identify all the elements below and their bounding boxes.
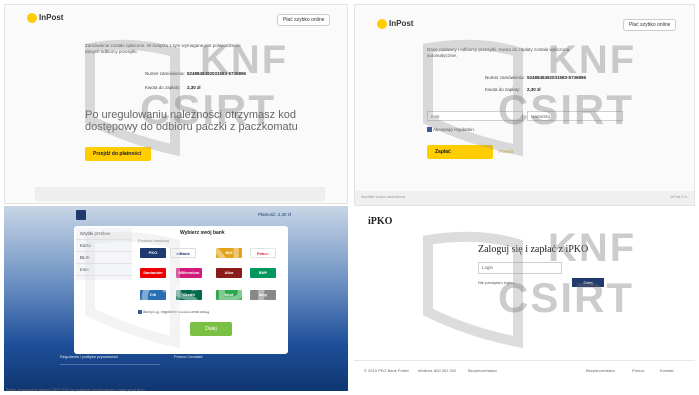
bank-bnp[interactable]: BNP [250, 268, 276, 278]
amount-label: Kwota do zapłaty: [485, 87, 521, 92]
back-link[interactable]: Powrót [499, 149, 513, 154]
inpost-logo: InPost [27, 13, 63, 23]
pay-online-button[interactable]: Płać szybko online [277, 14, 331, 26]
footer-right-security[interactable]: Bezpieczeństwo [586, 368, 615, 373]
last-name-input[interactable]: Nazwisko [527, 111, 623, 121]
checkbox-icon[interactable] [427, 127, 432, 133]
bank-pekao[interactable]: Pekao [250, 248, 276, 258]
footer-left-text: Wszelkie prawa zastrzeżone [361, 195, 406, 199]
bank-nest[interactable]: Nest [216, 290, 242, 300]
bank-citi[interactable]: Citi [140, 290, 166, 300]
brand-name: InPost [389, 19, 414, 29]
go-to-payment-button[interactable]: Przejdź do płatności [85, 147, 151, 161]
intro-text: Zamówienie zostało opłacone. W związku z… [85, 43, 241, 54]
choose-bank-title: Wybierz swój bank [180, 230, 225, 236]
pay-button[interactable]: Zapłać [427, 145, 493, 159]
bank-alior[interactable]: Alior [216, 268, 242, 278]
checkbox-icon[interactable] [138, 310, 142, 314]
order-number-value: 5248848492031583-5736896 [527, 75, 587, 80]
consent-label: Akceptuję regulamin świadczenia usług [142, 310, 210, 314]
footer-divider [60, 364, 160, 380]
inpost-sun-icon [27, 13, 37, 23]
login-input[interactable]: Login [478, 262, 562, 274]
top-amount-link[interactable]: Płatność: 2,30 zł [258, 212, 291, 217]
footer-link-security[interactable]: Bezpieczeństwo [468, 368, 497, 373]
login-heading: Zaloguj się i zapłać z iPKO [478, 244, 589, 255]
method-item[interactable]: Inne [76, 264, 132, 276]
login-button[interactable]: Dalej [572, 278, 604, 287]
footer-link-copyright[interactable]: © 2019 PKO Bank Polski [364, 368, 409, 373]
intro-text: Dane nadawcy i odbiorcy przesyłki. Kwota… [427, 47, 570, 58]
footer-right-contact[interactable]: Kontakt [660, 368, 674, 373]
order-number-value: 5248848492031583-5736896 [187, 71, 247, 76]
inpost-payment-page-2: InPost Płać szybko online Dane nadawcy i… [354, 4, 695, 206]
footer-strip [35, 187, 325, 201]
footer-right-help[interactable]: Pomoc [632, 368, 644, 373]
bank-ing[interactable]: ING [216, 248, 242, 258]
order-number-label: Numer zamówienia: [485, 75, 525, 80]
bank-millennium[interactable]: Millennium [176, 268, 202, 278]
inpost-sun-icon [377, 19, 387, 29]
bank-transfer-subtitle: Przelew bankowy [138, 238, 170, 243]
inpost-payment-page-1: InPost Płać szybko online Zamówienie zos… [4, 4, 348, 204]
source-caption: Źródło: opracowanie własne CSIRT KNF na … [6, 388, 145, 392]
footer-right-text: InPost S.A. [670, 195, 688, 199]
footer-divider [354, 360, 695, 361]
footer-left-link[interactable]: Regulamin i polityka prywatności [60, 354, 118, 359]
order-number-label: Numer zamówienia: [145, 71, 185, 76]
pay-online-button[interactable]: Płać szybko online [623, 19, 677, 31]
footer-link-hotline[interactable]: Infolinia: 800 302 302 [418, 368, 456, 373]
method-item[interactable]: Szybki przelew [76, 228, 132, 240]
forgot-login-link[interactable]: Nie pamiętam loginu [478, 280, 514, 285]
terms-checkbox-row[interactable]: Akceptuję regulamin [427, 127, 474, 133]
bank-mbank[interactable]: mBank [170, 248, 196, 258]
bank-pko[interactable]: PKO [140, 248, 166, 258]
bank-other[interactable]: Inny [250, 290, 276, 300]
footer-right-link[interactable]: Pomoc i kontakt [174, 354, 202, 359]
next-button[interactable]: Dalej [190, 322, 232, 336]
footer-bar: Wszelkie prawa zastrzeżone InPost S.A. [355, 191, 694, 205]
bank-credit-agricole[interactable]: Credit Agricole [176, 290, 202, 307]
amount-value: 2,30 zł [187, 85, 201, 90]
access-code-message: Po uregulowaniu należności otrzymasz kod… [85, 109, 298, 133]
first-name-input[interactable]: Imię [427, 111, 523, 121]
inpost-logo: InPost [377, 19, 413, 29]
consent-row[interactable]: Akceptuję regulamin świadczenia usług [138, 310, 209, 314]
checkbox-label: Akceptuję regulamin [433, 127, 474, 132]
payment-logo-icon [76, 210, 86, 220]
ipko-logo: iPKO [368, 216, 393, 227]
amount-label: Kwota do zapłaty: [145, 85, 181, 90]
method-item[interactable]: Karta [76, 240, 132, 252]
brand-name: InPost [39, 13, 64, 23]
screenshot-collage: InPost Płać szybko online Zamówienie zos… [0, 0, 699, 395]
method-item[interactable]: BLIK [76, 252, 132, 264]
fake-ipko-login-page: iPKO Zaloguj się i zapłać z iPKO Login N… [354, 210, 695, 390]
bank-santander[interactable]: Santander [140, 268, 166, 278]
amount-value: 2,30 zł [527, 87, 541, 92]
payment-method-sidebar: Szybki przelew Karta BLIK Inne [76, 228, 132, 280]
fake-bank-selection-page: Płatność: 2,30 zł Szybki przelew Karta B… [4, 206, 348, 391]
